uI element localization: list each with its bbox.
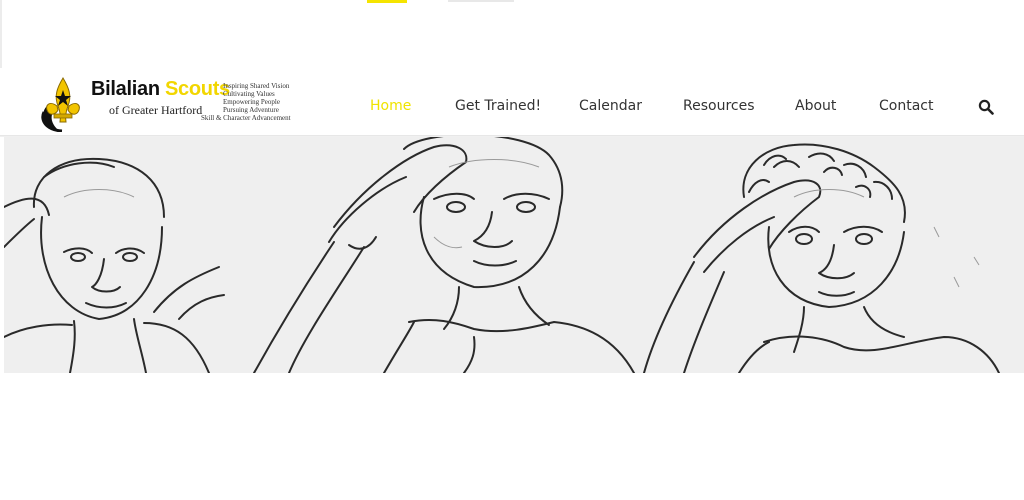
nav-item-contact[interactable]: Contact [879,98,933,114]
site-header: Bilalian Scouts of Greater Hartford Insp… [0,68,1024,136]
nav-item-resources[interactable]: Resources [683,98,755,114]
nav-item-calendar[interactable]: Calendar [579,98,642,114]
hero-banner [4,137,1024,373]
nav-item-home[interactable]: Home [370,98,411,114]
search-icon[interactable] [978,99,994,115]
nav-item-about[interactable]: About [795,98,836,114]
hero-sketch-image [4,137,1024,373]
top-accent-bar [367,0,407,3]
top-faint-bar [448,0,514,2]
main-nav: Home Get Trained! Calendar Resources Abo… [0,68,1024,136]
nav-item-get-trained[interactable]: Get Trained! [455,98,541,114]
